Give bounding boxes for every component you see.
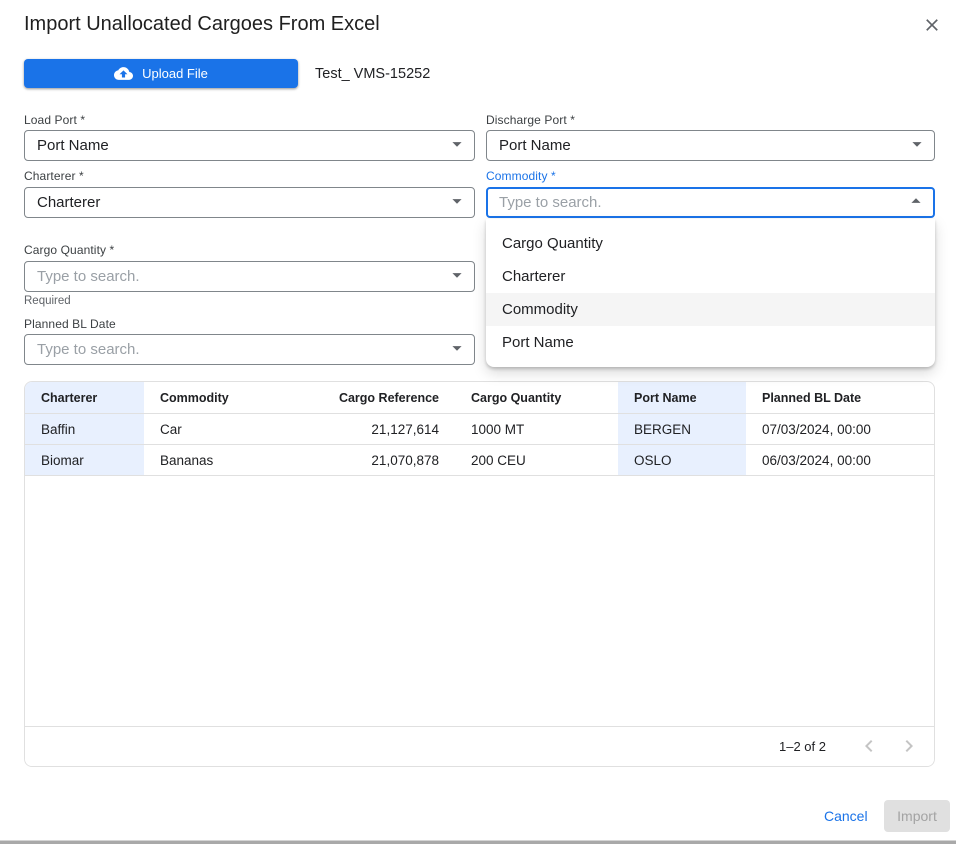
close-icon — [922, 23, 942, 38]
caret-down-icon — [446, 337, 468, 363]
cell-cargo-quantity: 200 CEU — [455, 445, 618, 475]
cell-planned-bl-date: 07/03/2024, 00:00 — [746, 414, 934, 444]
discharge-port-select[interactable]: Port Name — [486, 130, 935, 161]
column-header-planned-bl-date: Planned BL Date — [746, 382, 934, 413]
caret-down-icon — [446, 264, 468, 290]
planned-bl-date-combobox[interactable] — [24, 334, 475, 365]
cell-planned-bl-date: 06/03/2024, 00:00 — [746, 445, 934, 475]
column-header-charterer: Charterer — [25, 382, 144, 413]
table-row: Baffin Car 21,127,614 1000 MT BERGEN 07/… — [25, 414, 934, 445]
column-header-port-name: Port Name — [618, 382, 746, 413]
chevron-right-icon — [897, 746, 921, 761]
commodity-label: Commodity * — [486, 169, 556, 183]
charterer-label: Charterer * — [24, 169, 84, 183]
dropdown-option-port-name[interactable]: Port Name — [486, 326, 935, 359]
cell-cargo-quantity: 1000 MT — [455, 414, 618, 444]
discharge-port-value: Port Name — [499, 137, 571, 154]
pagination-range-label: 1–2 of 2 — [779, 739, 826, 754]
dropdown-option-charterer[interactable]: Charterer — [486, 260, 935, 293]
table-row: Biomar Bananas 21,070,878 200 CEU OSLO 0… — [25, 445, 934, 476]
cell-port-name: BERGEN — [618, 414, 746, 444]
load-port-value: Port Name — [37, 137, 109, 154]
commodity-dropdown-list: Cargo Quantity Charterer Commodity Port … — [486, 219, 935, 367]
dropdown-option-cargo-quantity[interactable]: Cargo Quantity — [486, 227, 935, 260]
column-header-cargo-quantity: Cargo Quantity — [455, 382, 618, 413]
cargo-quantity-label: Cargo Quantity * — [24, 243, 114, 257]
load-port-label: Load Port * — [24, 113, 85, 127]
planned-bl-date-search-input[interactable] — [37, 335, 446, 364]
cell-commodity: Car — [144, 414, 321, 444]
cell-cargo-reference: 21,127,614 — [321, 414, 455, 444]
cell-port-name: OSLO — [618, 445, 746, 475]
discharge-port-label: Discharge Port * — [486, 113, 575, 127]
load-port-select[interactable]: Port Name — [24, 130, 475, 161]
planned-bl-date-label: Planned BL Date — [24, 317, 116, 331]
previous-page-button[interactable] — [856, 734, 882, 760]
window-bottom-edge — [0, 840, 956, 844]
caret-down-icon — [906, 133, 928, 159]
table-header-row: Charterer Commodity Cargo Reference Carg… — [25, 382, 934, 414]
upload-button-label: Upload File — [142, 66, 208, 81]
caret-up-icon[interactable] — [905, 190, 927, 216]
cell-cargo-reference: 21,070,878 — [321, 445, 455, 475]
cancel-button[interactable]: Cancel — [816, 802, 876, 830]
caret-down-icon — [446, 190, 468, 216]
commodity-combobox[interactable] — [486, 187, 935, 218]
import-cargoes-dialog: Import Unallocated Cargoes From Excel Up… — [0, 0, 956, 844]
uploaded-file-name: Test_ VMS-15252 — [315, 66, 430, 82]
cargo-quantity-helper: Required — [24, 295, 71, 307]
dialog-title: Import Unallocated Cargoes From Excel — [24, 13, 380, 36]
cell-charterer: Baffin — [25, 414, 144, 444]
import-button[interactable]: Import — [884, 800, 950, 832]
cargo-quantity-combobox[interactable] — [24, 261, 475, 292]
column-header-commodity: Commodity — [144, 382, 321, 413]
pagination: 1–2 of 2 — [25, 726, 934, 766]
charterer-value: Charterer — [37, 194, 100, 211]
cell-commodity: Bananas — [144, 445, 321, 475]
chevron-left-icon — [857, 746, 881, 761]
next-page-button[interactable] — [896, 734, 922, 760]
charterer-select[interactable]: Charterer — [24, 187, 475, 218]
column-header-cargo-reference: Cargo Reference — [321, 382, 455, 413]
cell-charterer: Biomar — [25, 445, 144, 475]
cargo-preview-table: Charterer Commodity Cargo Reference Carg… — [24, 381, 935, 767]
commodity-search-input[interactable] — [499, 189, 905, 216]
close-button[interactable] — [921, 15, 943, 37]
dropdown-option-commodity[interactable]: Commodity — [486, 293, 935, 326]
cargo-quantity-search-input[interactable] — [37, 262, 446, 291]
upload-file-button[interactable]: Upload File — [24, 59, 298, 88]
caret-down-icon — [446, 133, 468, 159]
cloud-upload-icon — [114, 64, 133, 83]
